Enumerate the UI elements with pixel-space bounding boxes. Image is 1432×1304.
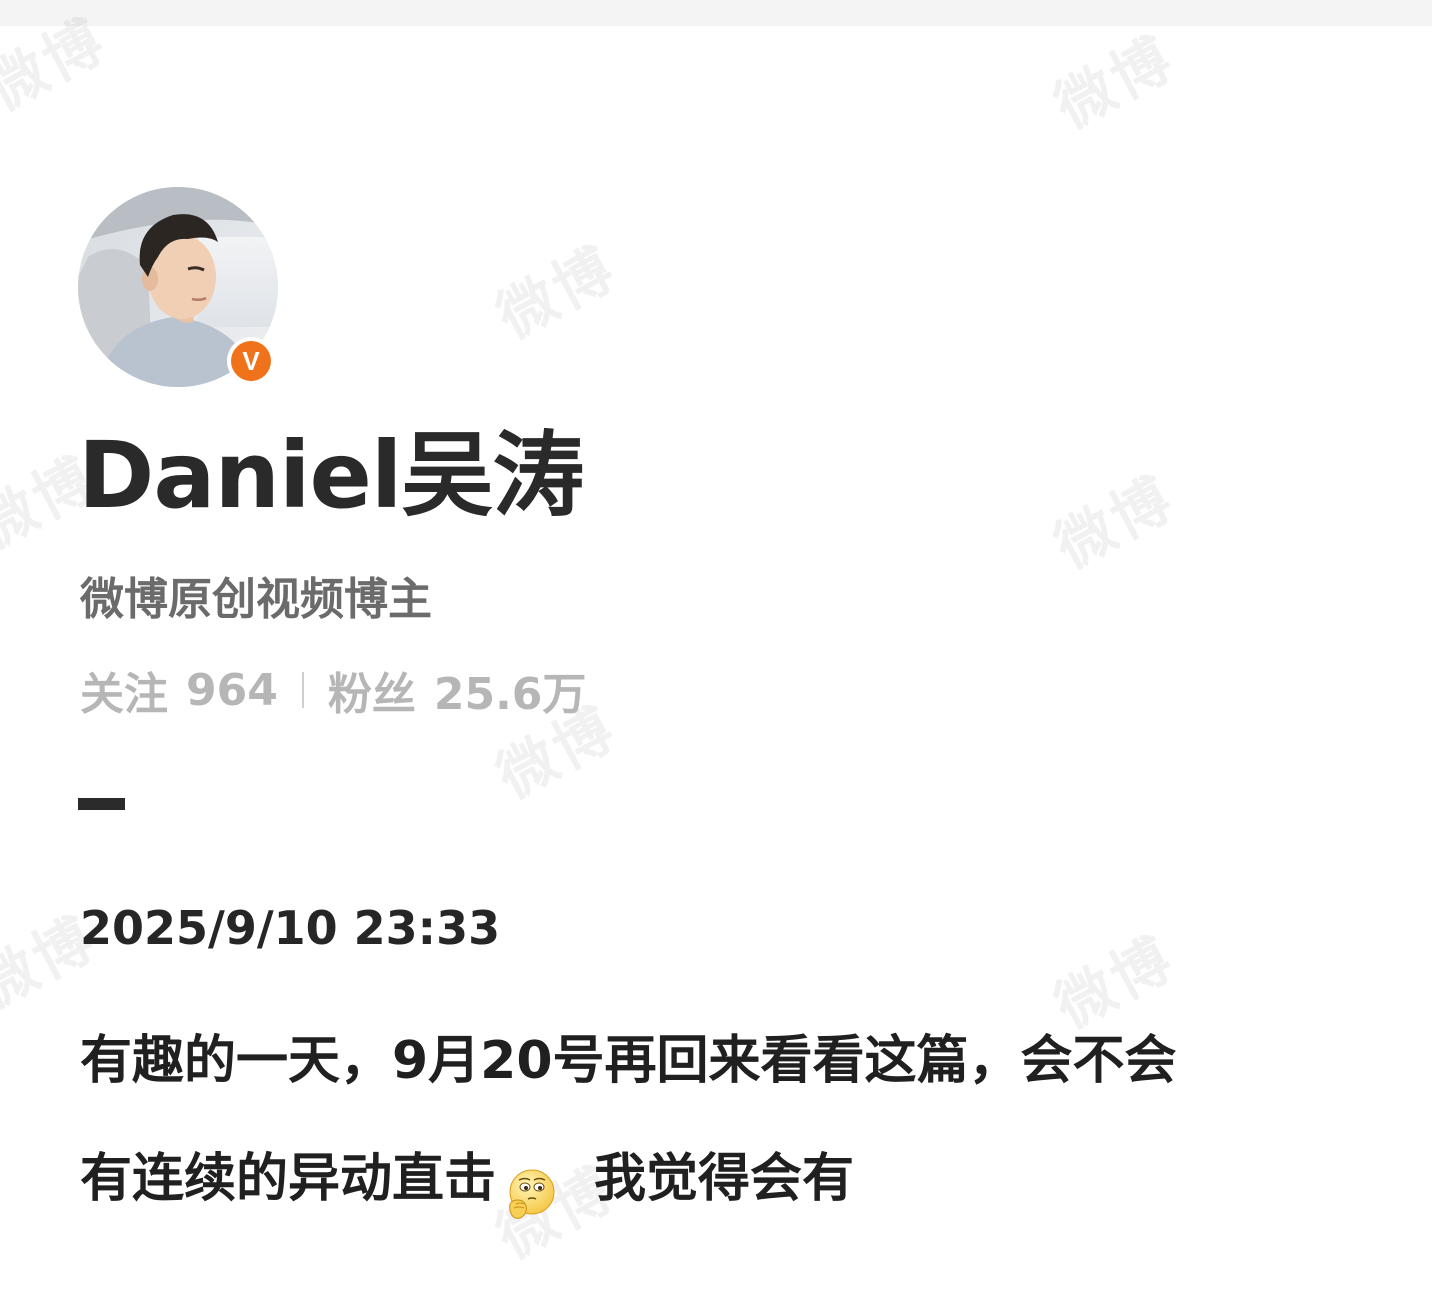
- watermark: 微博: [1044, 923, 1186, 1042]
- verified-letter: V: [242, 346, 260, 376]
- verified-v-icon: V: [226, 336, 276, 386]
- followers-label[interactable]: 粉丝: [328, 658, 416, 722]
- stats-divider: [301, 672, 304, 708]
- post-text-line-1: 有趣的一天，9月20号再回来看看这篇，会不会: [80, 1031, 1177, 1091]
- post-text-after-emoji: 我觉得会有: [594, 1149, 855, 1209]
- post-timestamp: 2025/9/10 23:33: [80, 901, 501, 955]
- following-count[interactable]: 964: [186, 665, 278, 716]
- post-text-line-2: 有连续的异动直击 我觉得会有: [80, 1146, 855, 1219]
- verified-title: 微博原创视频博主: [80, 574, 432, 625]
- thinking-emoji-icon: [502, 1166, 558, 1222]
- watermark: 微博: [1044, 23, 1186, 142]
- watermark: 微博: [486, 233, 628, 352]
- profile-stats: 关注 964 粉丝 25.6万: [80, 662, 586, 721]
- post-text-before-emoji: 有连续的异动直击: [80, 1149, 497, 1209]
- top-status-strip: [0, 0, 1432, 26]
- followers-count[interactable]: 25.6万: [434, 658, 587, 722]
- section-divider-dash: [78, 798, 125, 810]
- watermark: 微博: [1044, 463, 1186, 582]
- display-name[interactable]: Daniel吴涛: [78, 420, 584, 532]
- following-label[interactable]: 关注: [80, 658, 168, 722]
